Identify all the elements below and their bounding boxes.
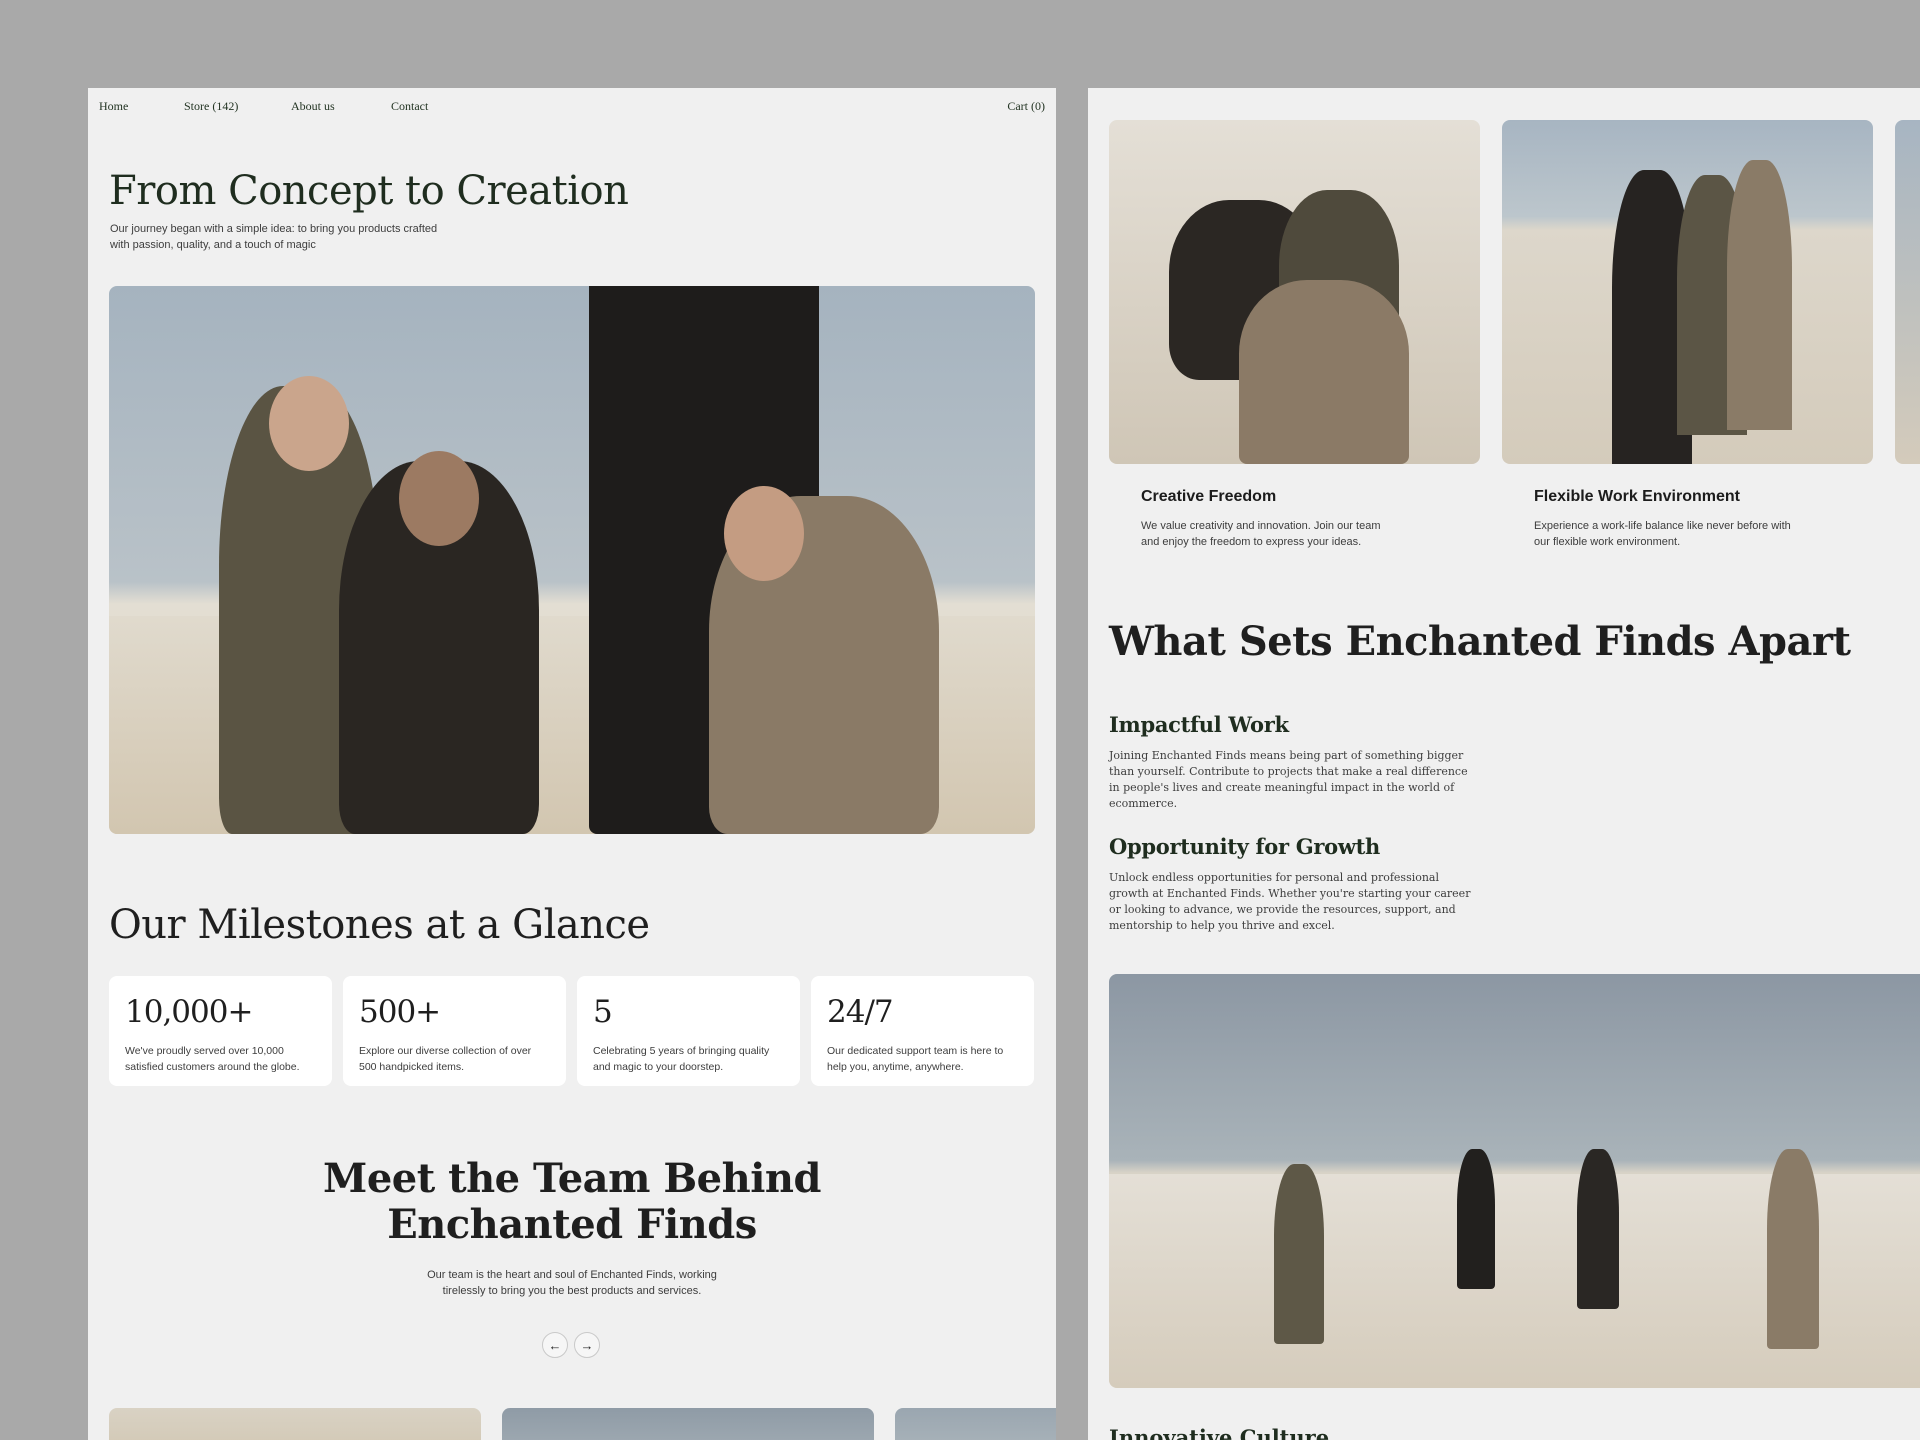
team-subtitle: Our team is the heart and soul of Enchan…: [427, 1269, 717, 1297]
arrow-right-icon: →: [580, 1337, 594, 1353]
top-nav: Home Store (142) About us Contact Cart (…: [88, 88, 1056, 124]
hero-title: From Concept to Creation: [109, 168, 629, 214]
figure-beige: [1727, 160, 1792, 430]
walking-team-photo: [1109, 974, 1920, 1388]
stat-description: Our dedicated support team is here to he…: [827, 1045, 1004, 1073]
figure-walking: [1274, 1164, 1324, 1344]
stat-value: 24/7: [827, 994, 894, 1030]
figure-beige: [1239, 280, 1409, 464]
team-member-photo[interactable]: [502, 1408, 874, 1440]
nav-store-link[interactable]: Store (142): [184, 99, 238, 114]
next-card-photo: [1895, 120, 1920, 464]
stat-description: We've proudly served over 10,000 satisfi…: [125, 1045, 300, 1073]
face-3: [724, 486, 804, 581]
stat-description: Celebrating 5 years of bringing quality …: [593, 1045, 770, 1073]
figure-walking: [1767, 1149, 1819, 1349]
impactful-work-text: Joining Enchanted Finds means being part…: [1109, 749, 1468, 810]
nav-about-link[interactable]: About us: [291, 99, 335, 114]
stat-card: 24/7 Our dedicated support team is here …: [811, 976, 1034, 1086]
carousel-next-button[interactable]: →: [574, 1332, 600, 1358]
stat-card: 500+ Explore our diverse collection of o…: [343, 976, 566, 1086]
stat-value: 5: [593, 994, 613, 1030]
nav-home-link[interactable]: Home: [99, 99, 128, 114]
arrow-left-icon: ←: [548, 1337, 562, 1353]
team-title: Meet the Team Behind Enchanted Finds: [88, 1156, 1056, 1248]
impactful-work-heading: Impactful Work: [1109, 712, 1289, 737]
about-page-left: Home Store (142) About us Contact Cart (…: [88, 88, 1056, 1440]
stat-description: Explore our diverse collection of over 5…: [359, 1045, 532, 1073]
stat-value: 10,000+: [125, 994, 253, 1030]
stat-card: 5 Celebrating 5 years of bringing qualit…: [577, 976, 800, 1086]
growth-heading: Opportunity for Growth: [1109, 834, 1381, 859]
stat-value: 500+: [359, 994, 441, 1030]
carousel-prev-button[interactable]: ←: [542, 1332, 568, 1358]
innovative-culture-heading: Innovative Culture: [1109, 1425, 1330, 1440]
nav-cart-link[interactable]: Cart (0): [1007, 99, 1045, 114]
face-2: [399, 451, 479, 546]
benefit-description: Experience a work-life balance like neve…: [1534, 520, 1791, 548]
milestones-title: Our Milestones at a Glance: [109, 902, 650, 948]
careers-page-right: Creative Freedom We value creativity and…: [1088, 88, 1920, 1440]
team-title-line1: Meet the Team Behind: [323, 1155, 821, 1202]
face-1: [269, 376, 349, 471]
creative-freedom-photo: [1109, 120, 1480, 464]
hero-subtitle: Our journey began with a simple idea: to…: [110, 223, 438, 251]
apart-title: What Sets Enchanted Finds Apart: [1109, 618, 1851, 665]
flexible-work-photo: [1502, 120, 1873, 464]
team-member-photo[interactable]: [895, 1408, 1056, 1440]
team-title-line2: Enchanted Finds: [387, 1201, 757, 1248]
team-member-photo[interactable]: [109, 1408, 481, 1440]
nav-contact-link[interactable]: Contact: [391, 99, 428, 114]
benefit-title: Flexible Work Environment: [1534, 488, 1740, 505]
stat-card: 10,000+ We've proudly served over 10,000…: [109, 976, 332, 1086]
growth-text: Unlock endless opportunities for persona…: [1109, 871, 1471, 932]
hero-team-photo: [109, 286, 1035, 834]
benefit-description: We value creativity and innovation. Join…: [1141, 520, 1381, 548]
figure-walking: [1457, 1149, 1495, 1289]
figure-walking: [1577, 1149, 1619, 1309]
benefit-title: Creative Freedom: [1141, 488, 1277, 505]
